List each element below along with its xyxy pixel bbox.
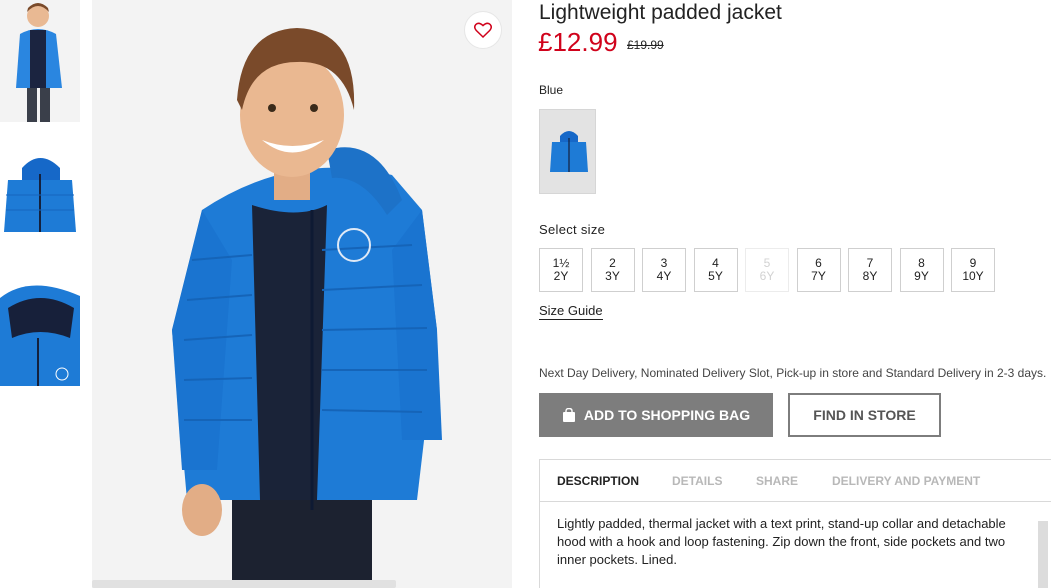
size-option[interactable]: 8 9Y (899, 248, 944, 292)
thumbnail-jacket-detail[interactable] (0, 278, 80, 386)
size-option-line2: 4Y (656, 269, 672, 283)
size-guide-link[interactable]: Size Guide (539, 303, 603, 320)
tab-description[interactable]: DESCRIPTION (557, 474, 639, 488)
product-description: Lightly padded, thermal jacket with a te… (557, 516, 1006, 567)
add-to-bag-button[interactable]: ADD TO SHOPPING BAG (539, 393, 773, 437)
vertical-scrollbar[interactable] (1038, 521, 1048, 588)
size-option-line2: 2Y (553, 269, 569, 283)
product-photo (92, 0, 512, 588)
size-option[interactable]: 6 7Y (796, 248, 841, 292)
tab-delivery-and-payment[interactable]: DELIVERY AND PAYMENT (832, 474, 980, 488)
main-product-image[interactable] (92, 0, 512, 588)
size-option[interactable]: 2 3Y (590, 248, 635, 292)
product-info-tabs: DESCRIPTION DETAILS SHARE DELIVERY AND P… (539, 459, 1051, 588)
delivery-info: Next Day Delivery, Nominated Delivery Sl… (539, 366, 1047, 380)
size-option-line2: 3Y (605, 269, 620, 283)
color-label: Blue (539, 83, 564, 97)
size-option-line2: 9Y (914, 269, 929, 283)
product-title: Lightweight padded jacket (539, 1, 782, 24)
jacket-swatch-image (540, 110, 595, 193)
size-option-line2: 5Y (708, 269, 723, 283)
heart-icon (474, 22, 492, 38)
size-option-line2: 6Y (759, 269, 775, 283)
shopping-bag-icon (562, 408, 575, 422)
size-option[interactable]: 3 4Y (642, 248, 686, 292)
thumbnail-jacket-front[interactable] (0, 140, 80, 248)
original-price: £19.99 (627, 38, 664, 52)
select-size-label: Select size (539, 222, 606, 237)
size-option[interactable]: 1½ 2Y (539, 248, 583, 292)
product-price: £12.99 (538, 27, 618, 57)
thumbnail-model-front[interactable] (0, 0, 80, 122)
add-to-bag-label: ADD TO SHOPPING BAG (583, 407, 751, 423)
size-option[interactable]: 9 10Y (951, 248, 995, 292)
size-option-unavailable: 5 6Y (745, 248, 789, 292)
size-option-line2: 8Y (862, 269, 878, 283)
size-option[interactable]: 7 8Y (848, 248, 892, 292)
favorite-button[interactable] (464, 11, 502, 49)
size-option-line2: 10Y (962, 269, 984, 283)
tab-share[interactable]: SHARE (756, 474, 798, 488)
tab-details[interactable]: DETAILS (672, 474, 722, 488)
tab-bar: DESCRIPTION DETAILS SHARE DELIVERY AND P… (540, 460, 1051, 502)
size-option[interactable]: 4 5Y (693, 248, 738, 292)
size-option-line2: 7Y (811, 269, 826, 283)
find-in-store-button[interactable]: FIND IN STORE (788, 393, 941, 437)
color-swatch-blue[interactable] (539, 109, 596, 194)
horizontal-scrollbar[interactable] (92, 580, 396, 588)
